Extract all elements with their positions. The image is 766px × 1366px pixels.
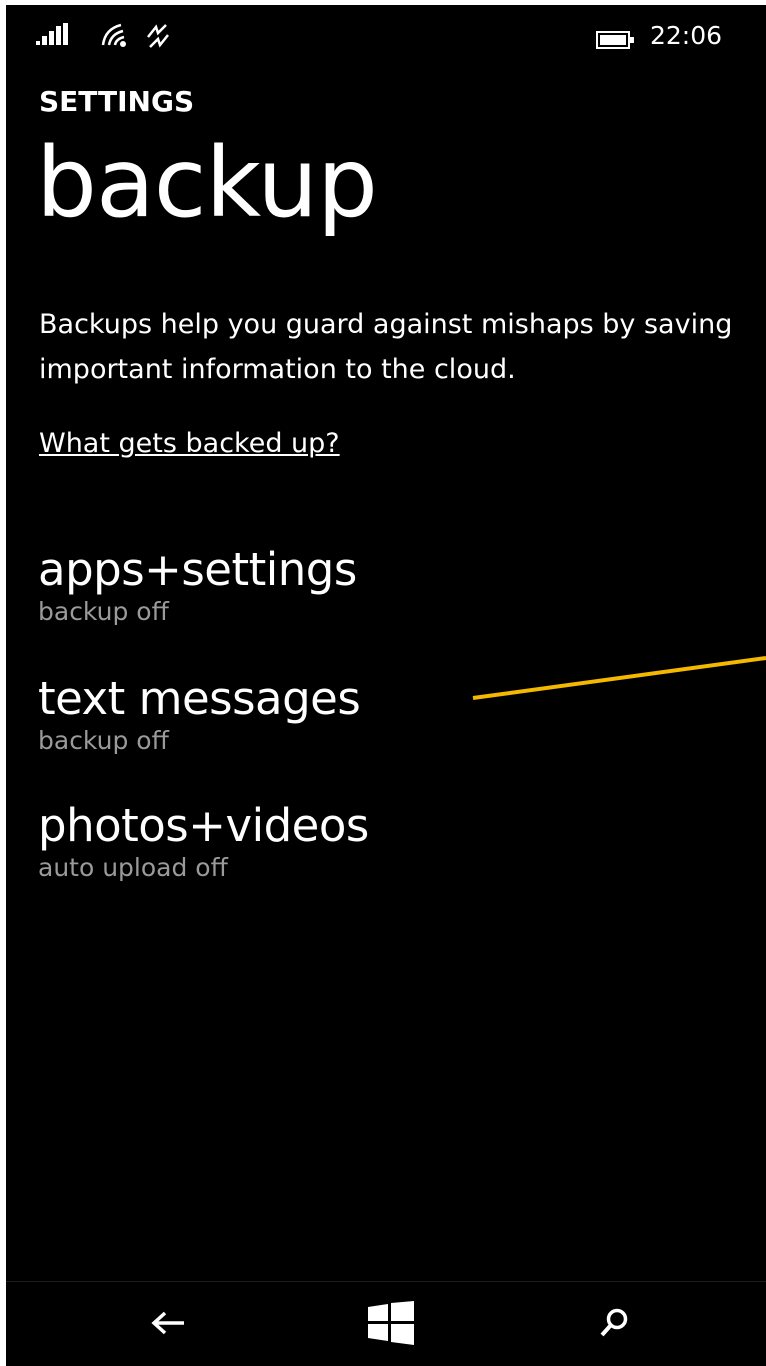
wifi-calling-icon [101,23,131,51]
list-item-apps-settings[interactable]: apps+settings backup off [38,542,357,626]
what-gets-backed-up-link[interactable]: What gets backed up? [39,428,340,459]
start-button[interactable] [331,1282,451,1366]
search-icon [599,1308,629,1342]
section-label: SETTINGS [39,85,195,118]
page-title: backup [36,127,378,239]
list-item-photos-videos[interactable]: photos+videos auto upload off [38,798,369,882]
item-subtitle: backup off [38,726,169,755]
item-subtitle: auto upload off [38,853,228,882]
item-subtitle: backup off [38,597,169,626]
phone-screen: 22:06 SETTINGS backup Backups help you g… [6,5,766,1366]
item-title: apps+settings [38,543,357,596]
item-title: photos+videos [38,799,369,852]
search-button[interactable] [554,1282,674,1366]
battery-icon [596,31,636,53]
item-title: text messages [38,672,361,725]
description-text: Backups help you guard against mishaps b… [39,309,733,385]
clock-time: 22:06 [650,21,723,50]
list-item-text-messages[interactable]: text messages backup off [38,671,361,755]
back-arrow-icon [151,1311,187,1339]
navigation-bar [6,1281,766,1366]
signal-icon [36,23,70,49]
data-sync-icon [144,23,172,53]
back-button[interactable] [109,1282,229,1366]
status-bar: 22:06 [6,5,766,65]
windows-start-icon [368,1300,414,1349]
